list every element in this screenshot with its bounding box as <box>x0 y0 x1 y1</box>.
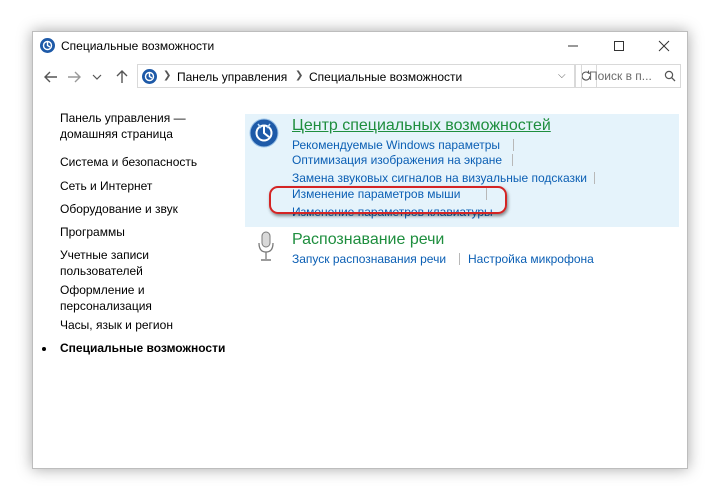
start-speech-recognition-link[interactable]: Запуск распознавания речи <box>292 252 446 266</box>
breadcrumb-control-panel[interactable]: Панель управления <box>177 70 287 84</box>
sidebar-item-system-security[interactable]: Система и безопасность <box>60 154 197 170</box>
address-dropdown-icon[interactable]: ⌵ <box>558 70 566 81</box>
ease-of-access-center-link[interactable]: Центр специальных возможностей <box>292 117 551 135</box>
replace-sounds-link[interactable]: Замена звуковых сигналов на визуальные п… <box>292 171 587 185</box>
speech-recognition-link[interactable]: Распознавание речи <box>292 231 444 249</box>
optimize-display-link[interactable]: Оптимизация изображения на экране <box>292 153 502 167</box>
title-bar: Специальные возможности <box>33 32 687 60</box>
minimize-icon <box>568 45 578 47</box>
sidebar-item-clock-region[interactable]: Часы, язык и регион <box>60 317 173 333</box>
close-button[interactable] <box>650 36 678 56</box>
sidebar-item-appearance[interactable]: Оформление и персонализация <box>60 282 152 314</box>
link-separator <box>594 172 595 184</box>
recommended-settings-link[interactable]: Рекомендуемые Windows параметры <box>292 138 500 152</box>
forward-button[interactable] <box>65 68 83 86</box>
recent-locations-button[interactable] <box>91 68 103 86</box>
current-item-bullet <box>42 347 46 351</box>
ease-of-access-icon <box>142 69 157 84</box>
up-arrow-icon <box>116 70 128 83</box>
sidebar-item-network[interactable]: Сеть и Интернет <box>60 178 152 194</box>
link-separator <box>512 154 513 166</box>
ease-of-access-center-icon <box>249 118 279 148</box>
window-title: Специальные возможности <box>61 39 215 53</box>
close-icon <box>658 40 670 52</box>
address-bar[interactable]: ❯ Панель управления ❯ Специальные возмож… <box>137 64 575 88</box>
search-input[interactable]: Поиск в п... <box>581 64 681 88</box>
search-placeholder: Поиск в п... <box>589 69 652 83</box>
ease-of-access-icon <box>40 38 55 53</box>
link-separator <box>513 139 514 151</box>
breadcrumb-separator-icon[interactable]: ❯ <box>295 70 303 81</box>
sidebar-item-ease-of-access[interactable]: Специальные возможности <box>60 340 225 356</box>
chevron-down-icon <box>92 74 102 80</box>
forward-arrow-icon <box>68 71 81 83</box>
sidebar-item-programs[interactable]: Программы <box>60 224 125 240</box>
sidebar-item-hardware-sound[interactable]: Оборудование и звук <box>60 201 178 217</box>
maximize-button[interactable] <box>605 36 633 56</box>
annotation-highlight-ring <box>269 186 507 214</box>
back-button[interactable] <box>42 68 60 86</box>
up-button[interactable] <box>113 68 131 86</box>
link-separator <box>459 253 460 265</box>
setup-microphone-link[interactable]: Настройка микрофона <box>468 252 594 266</box>
maximize-icon <box>614 41 624 51</box>
microphone-icon <box>256 231 276 263</box>
search-icon <box>664 70 676 82</box>
back-arrow-icon <box>44 71 57 83</box>
sidebar-item-user-accounts[interactable]: Учетные записи пользователей <box>60 247 149 279</box>
navigation-bar: ❯ Панель управления ❯ Специальные возмож… <box>33 60 687 94</box>
breadcrumb-separator-icon[interactable]: ❯ <box>163 70 171 81</box>
control-panel-window: Специальные возможности ❯ Панель управле… <box>32 31 688 469</box>
minimize-button[interactable] <box>559 36 587 56</box>
sidebar-item-home[interactable]: Панель управления — домашняя страница <box>60 110 186 142</box>
breadcrumb-ease-of-access[interactable]: Специальные возможности <box>309 70 462 84</box>
